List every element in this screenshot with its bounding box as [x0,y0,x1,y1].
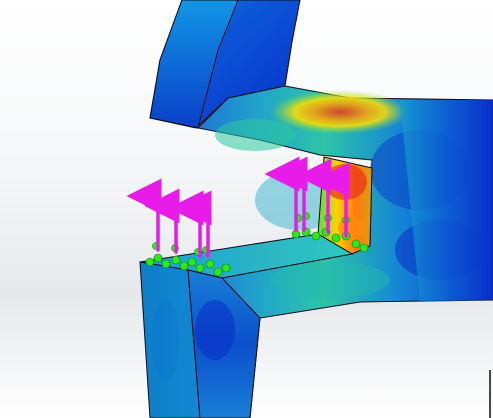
stress-blotch [151,300,179,380]
fea-model-view[interactable] [0,0,493,418]
stress-blotch [215,119,295,151]
stress-blotch [270,262,390,298]
cad-viewport[interactable] [0,0,493,418]
stress-hotspot-top [270,90,410,134]
stress-blotch [195,300,235,360]
